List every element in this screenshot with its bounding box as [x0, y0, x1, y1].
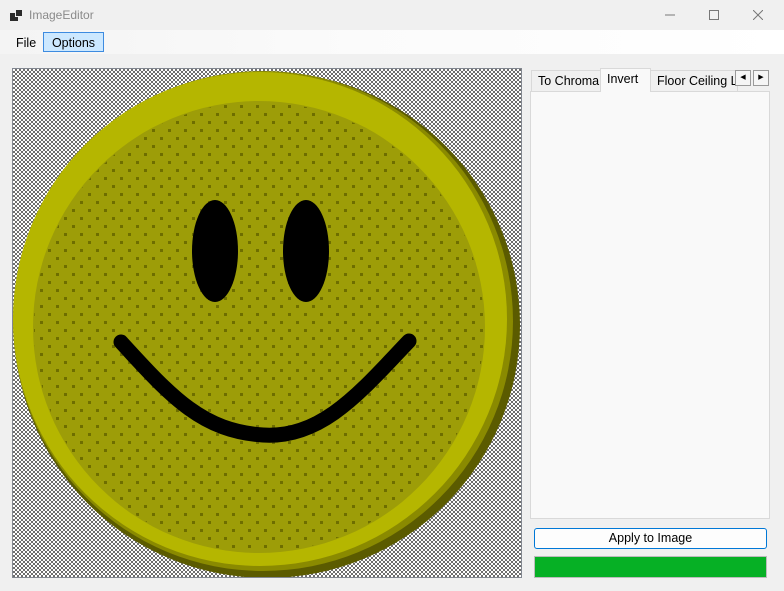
title-bar: ImageEditor — [0, 0, 784, 30]
right-eye — [283, 200, 329, 302]
chevron-right-icon: ▶ — [758, 74, 764, 81]
maximize-button[interactable] — [692, 0, 736, 30]
window-title: ImageEditor — [29, 8, 94, 22]
progress-bar — [534, 556, 767, 578]
left-eye — [192, 200, 238, 302]
chevron-left-icon: ◀ — [740, 74, 746, 81]
tab-scroll-right-button[interactable]: ▶ — [753, 70, 769, 86]
close-button[interactable] — [736, 0, 780, 30]
close-icon — [753, 10, 763, 20]
progress-fill — [535, 557, 766, 577]
apply-to-image-button[interactable]: Apply to Image — [534, 528, 767, 549]
smiley-image — [13, 71, 520, 577]
image-canvas[interactable] — [12, 68, 522, 578]
menu-options[interactable]: Options — [43, 32, 104, 52]
tab-strip: To Chroma Invert Floor Ceiling Lu ◀ ▶ — [530, 68, 772, 92]
maximize-icon — [709, 10, 719, 20]
tab-scroll-left-button[interactable]: ◀ — [735, 70, 751, 86]
minimize-button[interactable] — [648, 0, 692, 30]
minimize-icon — [665, 14, 675, 16]
menu-file[interactable]: File — [9, 32, 43, 52]
menu-bar: File Options — [0, 30, 784, 54]
tab-floor-ceiling[interactable]: Floor Ceiling Lu — [650, 70, 738, 91]
tab-to-chroma[interactable]: To Chroma — [531, 70, 601, 91]
app-icon — [10, 9, 23, 21]
tab-invert[interactable]: Invert — [600, 68, 651, 92]
tab-page-invert — [530, 91, 770, 519]
